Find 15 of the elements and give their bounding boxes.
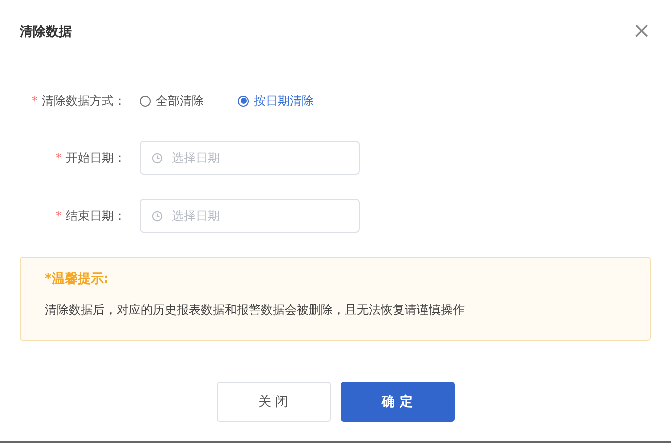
date-field[interactable]: 选择日期 xyxy=(140,199,360,233)
radio-option[interactable]: 按日期清除 xyxy=(238,92,314,110)
notice-title: *温馨提示: xyxy=(45,271,110,288)
clock-icon xyxy=(152,152,163,164)
dialog-title: 清除数据 xyxy=(20,24,72,41)
notice-text: 清除数据后，对应的历史报表数据和报警数据会被删除，且无法恢复请谨慎操作 xyxy=(45,302,466,319)
clock-icon xyxy=(152,210,163,222)
date-field[interactable]: 选择日期 xyxy=(140,141,360,175)
form-label: * 开始日期： xyxy=(55,150,126,166)
radio-option[interactable]: 全部清除 xyxy=(140,92,204,110)
confirm-button[interactable]: 确 定 xyxy=(340,382,454,422)
form-label: * 结束日期： xyxy=(55,208,126,224)
close-button[interactable]: 关 闭 xyxy=(216,382,330,422)
form-label: * 清除数据方式： xyxy=(31,92,126,110)
close-button[interactable]: × xyxy=(632,22,651,42)
